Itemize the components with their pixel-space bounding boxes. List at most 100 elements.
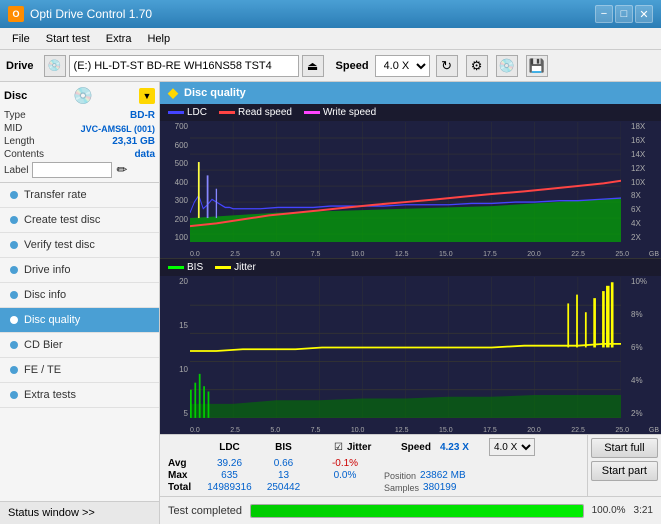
drive-select[interactable]: (E:) HL-DT-ST BD-RE WH16NS58 TST4 <box>69 55 299 77</box>
sidebar-item-verify-test-disc[interactable]: Verify test disc <box>0 233 159 258</box>
menu-file[interactable]: File <box>4 31 38 47</box>
stats-speed-select[interactable]: 4.0 X 1.0 X <box>489 438 535 456</box>
speed-select[interactable]: 4.0 X 1.0 X 2.0 X 6.0 X 8.0 X <box>375 55 430 77</box>
save-button[interactable]: 💾 <box>526 55 548 77</box>
stats-speed-label: Speed <box>401 442 436 453</box>
nav-dot <box>10 291 18 299</box>
stats-max-bis: 13 <box>261 470 306 481</box>
nav-label-drive-info: Drive info <box>24 264 70 276</box>
time-text: 3:21 <box>634 505 653 516</box>
stats-max-row: Max 635 13 0.0% Position 23862 MB <box>168 470 579 481</box>
legend-write-speed: Write speed <box>304 107 376 118</box>
nav-dot <box>10 216 18 224</box>
stats-samples-label: Samples <box>384 483 419 493</box>
sidebar-item-create-test-disc[interactable]: Create test disc <box>0 208 159 233</box>
sidebar-item-drive-info[interactable]: Drive info <box>0 258 159 283</box>
status-window-label: Status window >> <box>8 507 95 519</box>
nav-dot <box>10 316 18 324</box>
progress-text: 100.0% <box>592 505 626 516</box>
nav-label-fe-te: FE / TE <box>24 364 61 376</box>
menu-start-test[interactable]: Start test <box>38 31 98 47</box>
chart1-y-labels: 700 600 500 400 300 200 100 <box>160 122 190 242</box>
disc-options-icon: ▼ <box>139 88 155 104</box>
sidebar-item-disc-info[interactable]: Disc info <box>0 283 159 308</box>
status-window-button[interactable]: Status window >> <box>0 501 159 524</box>
close-button[interactable]: ✕ <box>635 5 653 23</box>
disc-button[interactable]: 💿 <box>496 55 518 77</box>
stats-speed-val: 4.23 X <box>440 442 485 453</box>
nav-label-cd-bier: CD Bier <box>24 339 63 351</box>
chart1-y-right-labels: 18X 16X 14X 12X 10X 8X 6X 4X 2X <box>629 122 661 242</box>
menu-help[interactable]: Help <box>139 31 178 47</box>
chart2-legend: BIS Jitter <box>160 259 661 276</box>
nav-dot <box>10 366 18 374</box>
stats-avg-bis: 0.66 <box>261 458 306 469</box>
drive-bar: Drive 💿 (E:) HL-DT-ST BD-RE WH16NS58 TST… <box>0 50 661 82</box>
sidebar-item-transfer-rate[interactable]: Transfer rate <box>0 183 159 208</box>
chart1-svg <box>190 122 621 242</box>
status-bar: Test completed 100.0% 3:21 <box>160 496 661 524</box>
sidebar-nav: Transfer rate Create test disc Verify te… <box>0 183 159 501</box>
chart-header-icon: ◆ <box>168 85 178 101</box>
refresh-button[interactable]: ↻ <box>436 55 458 77</box>
stats-bis-header: BIS <box>261 442 306 453</box>
legend-bis: BIS <box>168 262 203 273</box>
stats-avg-jitter: -0.1% <box>310 458 380 469</box>
start-full-button[interactable]: Start full <box>591 438 658 458</box>
settings-button[interactable]: ⚙ <box>466 55 488 77</box>
nav-label-disc-info: Disc info <box>24 289 66 301</box>
start-part-button[interactable]: Start part <box>591 461 658 481</box>
chart1-legend: LDC Read speed Write speed <box>160 104 661 121</box>
stats-total-row: Total 14989316 250442 Samples 380199 <box>168 482 579 493</box>
ldc-label: LDC <box>187 107 207 118</box>
nav-label-extra-tests: Extra tests <box>24 389 76 401</box>
disc-mid-row: MID JVC-AMS6L (001) <box>4 123 155 134</box>
sidebar-item-cd-bier[interactable]: CD Bier <box>0 333 159 358</box>
nav-dot <box>10 191 18 199</box>
stats-avg-row: Avg 39.26 0.66 -0.1% <box>168 458 579 469</box>
sidebar-item-fe-te[interactable]: FE / TE <box>0 358 159 383</box>
disc-title: Disc <box>4 90 27 102</box>
drive-label: Drive <box>6 60 34 72</box>
disc-label-input[interactable] <box>32 162 112 178</box>
chart1-gb-label: GB <box>649 251 659 258</box>
nav-dot <box>10 241 18 249</box>
window-controls: − □ ✕ <box>595 5 653 23</box>
stats-buttons-area: LDC BIS ☑ Jitter Speed 4.23 X 4.0 X 1.0 … <box>160 434 661 496</box>
disc-label-row: Label ✏ <box>4 162 155 178</box>
stats-total-label: Total <box>168 482 198 493</box>
chart2-gb-label: GB <box>649 427 659 434</box>
bis-label: BIS <box>187 262 203 273</box>
read-speed-color <box>219 111 235 114</box>
jitter-label: Jitter <box>234 262 256 273</box>
disc-contents-row: Contents data <box>4 149 155 160</box>
chart1-container: LDC Read speed Write speed <box>160 104 661 259</box>
stats-total-ldc: 14989316 <box>202 482 257 493</box>
eject-button[interactable]: ⏏ <box>302 55 324 77</box>
chart2-container: BIS Jitter <box>160 259 661 434</box>
drive-icon: 💿 <box>44 55 66 77</box>
nav-label-verify-test-disc: Verify test disc <box>24 239 95 251</box>
stats-max-ldc: 635 <box>202 470 257 481</box>
nav-dot <box>10 391 18 399</box>
disc-fields: Type BD-R MID JVC-AMS6L (001) Length 23,… <box>4 110 155 178</box>
write-speed-label: Write speed <box>323 107 376 118</box>
sidebar-item-disc-quality[interactable]: Disc quality <box>0 308 159 333</box>
window-title: Opti Drive Control 1.70 <box>30 7 152 21</box>
minimize-button[interactable]: − <box>595 5 613 23</box>
maximize-button[interactable]: □ <box>615 5 633 23</box>
sidebar-item-extra-tests[interactable]: Extra tests <box>0 383 159 408</box>
app-icon: O <box>8 6 24 22</box>
chart-header: ◆ Disc quality <box>160 82 661 104</box>
disc-icon: 💿 <box>73 86 93 106</box>
title-bar: O Opti Drive Control 1.70 − □ ✕ <box>0 0 661 28</box>
menu-extra[interactable]: Extra <box>98 31 140 47</box>
chart-title: Disc quality <box>184 87 246 99</box>
disc-label-edit-icon[interactable]: ✏ <box>116 162 127 178</box>
chart2-y-right-labels: 10% 8% 6% 4% 2% <box>629 277 661 418</box>
legend-jitter: Jitter <box>215 262 256 273</box>
drive-select-wrapper: (E:) HL-DT-ST BD-RE WH16NS58 TST4 <box>69 55 299 77</box>
menu-bar: File Start test Extra Help <box>0 28 661 50</box>
read-speed-label: Read speed <box>238 107 292 118</box>
stats-max-jitter: 0.0% <box>310 470 380 481</box>
